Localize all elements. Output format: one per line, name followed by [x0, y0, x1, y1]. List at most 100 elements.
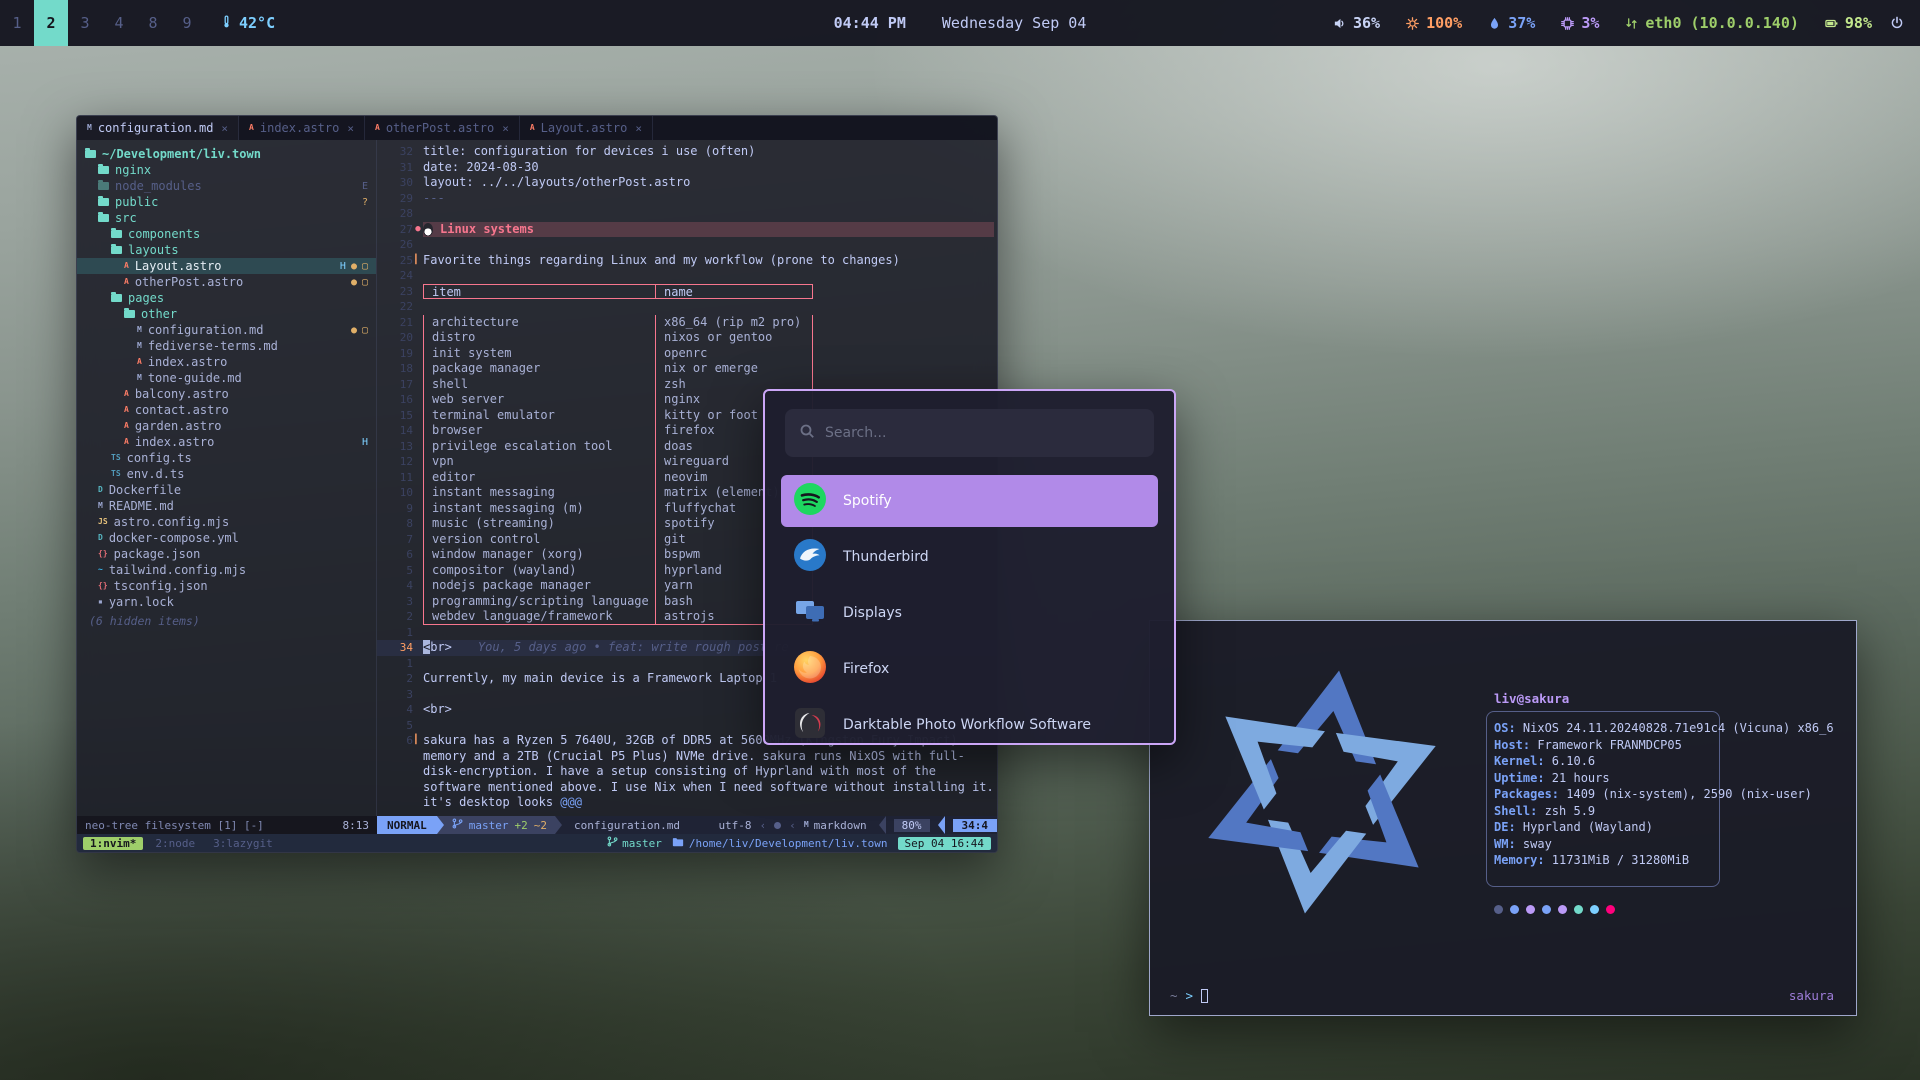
fetch-key: OS:: [1494, 721, 1523, 735]
tree-item-index.astro[interactable]: Aindex.astro: [77, 354, 376, 370]
launcher-item-Spotify[interactable]: Spotify: [781, 475, 1158, 527]
tab-label: otherPost.astro: [386, 121, 494, 135]
tabline: Mconfiguration.md×Aindex.astro×AotherPos…: [77, 116, 997, 140]
spotify-icon: [793, 482, 827, 520]
tree-item-yarn.lock[interactable]: ▪yarn.lock: [77, 594, 376, 610]
tmux-session-1nvim[interactable]: 1:nvim*: [83, 837, 143, 850]
workspace-3[interactable]: 3: [68, 0, 102, 46]
tree-item-env.d.ts[interactable]: TSenv.d.ts: [77, 466, 376, 482]
launcher-item-label: Spotify: [843, 493, 892, 509]
tmux-session-2node[interactable]: 2:node: [149, 837, 201, 850]
thunderbird-icon: [793, 538, 827, 572]
battery-icon: [1825, 17, 1838, 30]
fetch-value: 21 hours: [1552, 771, 1610, 785]
tree-item-configuration.md[interactable]: Mconfiguration.md●▢: [77, 322, 376, 338]
workspace-2[interactable]: 2: [34, 0, 68, 46]
table-cell-item: instant messaging (m): [424, 501, 656, 517]
tree-item-package.json[interactable]: {}package.json: [77, 546, 376, 562]
fetch-line-kernel: Kernel: 6.10.6: [1494, 753, 1834, 770]
table-cell-item: browser: [424, 423, 656, 439]
tree-item-label: layouts: [128, 243, 179, 257]
tree-item-layouts[interactable]: layouts: [77, 242, 376, 258]
line-number: 1: [377, 625, 413, 641]
table-row: terminal emulatorkitty or foot: [423, 408, 813, 424]
close-icon[interactable]: ×: [502, 122, 509, 135]
tree-item-components[interactable]: components: [77, 226, 376, 242]
line-number: 17: [377, 377, 413, 393]
fetch-line-shell: Shell: zsh 5.9: [1494, 803, 1834, 820]
gutter-sign: [413, 563, 423, 579]
displays-icon: [793, 594, 827, 628]
tree-item-label: otherPost.astro: [135, 275, 243, 289]
tree-item-fediverse-terms.md[interactable]: Mfediverse-terms.md: [77, 338, 376, 354]
temperature-module: 42°C: [220, 14, 275, 32]
table-row: compositor (wayland)hyprland: [423, 563, 813, 579]
launcher-item-Displays[interactable]: Displays: [781, 587, 1158, 639]
tree-item-badges: ●▢: [351, 277, 368, 288]
tree-item-README.md[interactable]: MREADME.md: [77, 498, 376, 514]
tree-item-contact.astro[interactable]: Acontact.astro: [77, 402, 376, 418]
launcher-item-Thunderbird[interactable]: Thunderbird: [781, 531, 1158, 583]
workspace-1[interactable]: 1: [0, 0, 34, 46]
table-cell-item: webdev language/framework: [424, 609, 656, 624]
tree-item-tailwind.config.mjs[interactable]: ~tailwind.config.mjs: [77, 562, 376, 578]
tree-item-garden.astro[interactable]: Agarden.astro: [77, 418, 376, 434]
tree-item-nodemodules[interactable]: node_modulesE: [77, 178, 376, 194]
workspace-4[interactable]: 4: [102, 0, 136, 46]
tree-item-index.astro[interactable]: Aindex.astroH: [77, 434, 376, 450]
tree-item-docker-compose.yml[interactable]: Ddocker-compose.yml: [77, 530, 376, 546]
line-number: 27: [377, 222, 413, 238]
table-row: vpnwireguard: [423, 454, 813, 470]
status-badge: ?: [362, 197, 368, 208]
neotree-cursor-position: 8:13: [343, 819, 370, 832]
status-badge: H: [340, 261, 346, 272]
tree-item-otherPost.astro[interactable]: AotherPost.astro ●▢: [77, 274, 376, 290]
tree-item-Dockerfile[interactable]: DDockerfile: [77, 482, 376, 498]
tree-item-Developmentliv.town[interactable]: ~/Development/liv.town: [77, 146, 376, 162]
tab-configuration.md[interactable]: Mconfiguration.md×: [77, 116, 239, 140]
tree-item-public[interactable]: public?: [77, 194, 376, 210]
tree-item-Layout.astro[interactable]: ALayout.astroH●▢: [77, 258, 376, 274]
close-icon[interactable]: ×: [347, 122, 354, 135]
astro-icon: A: [124, 422, 129, 430]
terminal-cursor[interactable]: [1201, 989, 1208, 1003]
tree-item-pages[interactable]: pages: [77, 290, 376, 306]
tree-item-src[interactable]: src: [77, 210, 376, 226]
workspace-8[interactable]: 8: [136, 0, 170, 46]
tree-item-tsconfig.json[interactable]: {}tsconfig.json: [77, 578, 376, 594]
table-cell-item: programming/scripting language: [424, 594, 656, 610]
power-button[interactable]: [1890, 16, 1920, 30]
close-icon[interactable]: ×: [221, 122, 228, 135]
file-encoding: utf-8: [718, 819, 751, 832]
nixos-logo: [1176, 637, 1468, 950]
table-cell-name: nix or emerge: [656, 361, 812, 377]
launcher-item-Darktable-Photo-Workflow-Software[interactable]: Darktable Photo Workflow Software: [781, 699, 1158, 745]
tree-item-config.ts[interactable]: TSconfig.ts: [77, 450, 376, 466]
tab-index.astro[interactable]: Aindex.astro×: [239, 116, 365, 140]
table-row: privilege escalation tooldoas: [423, 439, 813, 455]
tab-otherPost.astro[interactable]: AotherPost.astro×: [365, 116, 520, 140]
palette-dot: [1542, 905, 1551, 914]
heading-text: Linux systems: [440, 222, 534, 238]
line-number: 9: [377, 501, 413, 517]
astro-icon: A: [124, 278, 129, 286]
launcher-item-Firefox[interactable]: Firefox: [781, 643, 1158, 695]
git-branch-icon: [452, 818, 463, 832]
js-icon: JS: [98, 518, 108, 526]
tree-item-tone-guide.md[interactable]: Mtone-guide.md: [77, 370, 376, 386]
tab-Layout.astro[interactable]: ALayout.astro×: [520, 116, 653, 140]
line-text: Favorite things regarding Linux and my w…: [423, 253, 997, 269]
table-row: webdev language/frameworkastrojs: [423, 609, 813, 625]
tmux-session-3lazygit[interactable]: 3:lazygit: [207, 837, 279, 850]
tree-item-astro.config.mjs[interactable]: JSastro.config.mjs: [77, 514, 376, 530]
launcher-search-input[interactable]: Search...: [785, 409, 1154, 457]
workspace-9[interactable]: 9: [170, 0, 204, 46]
tree-item-balcony.astro[interactable]: Abalcony.astro: [77, 386, 376, 402]
tree-item-nginx[interactable]: nginx: [77, 162, 376, 178]
tree-item-other[interactable]: other: [77, 306, 376, 322]
module-value: 37%: [1508, 14, 1535, 32]
close-icon[interactable]: ×: [635, 122, 642, 135]
tree-item-label: index.astro: [148, 355, 227, 369]
status-badge: ●: [351, 261, 357, 272]
tab-label: index.astro: [260, 121, 339, 135]
